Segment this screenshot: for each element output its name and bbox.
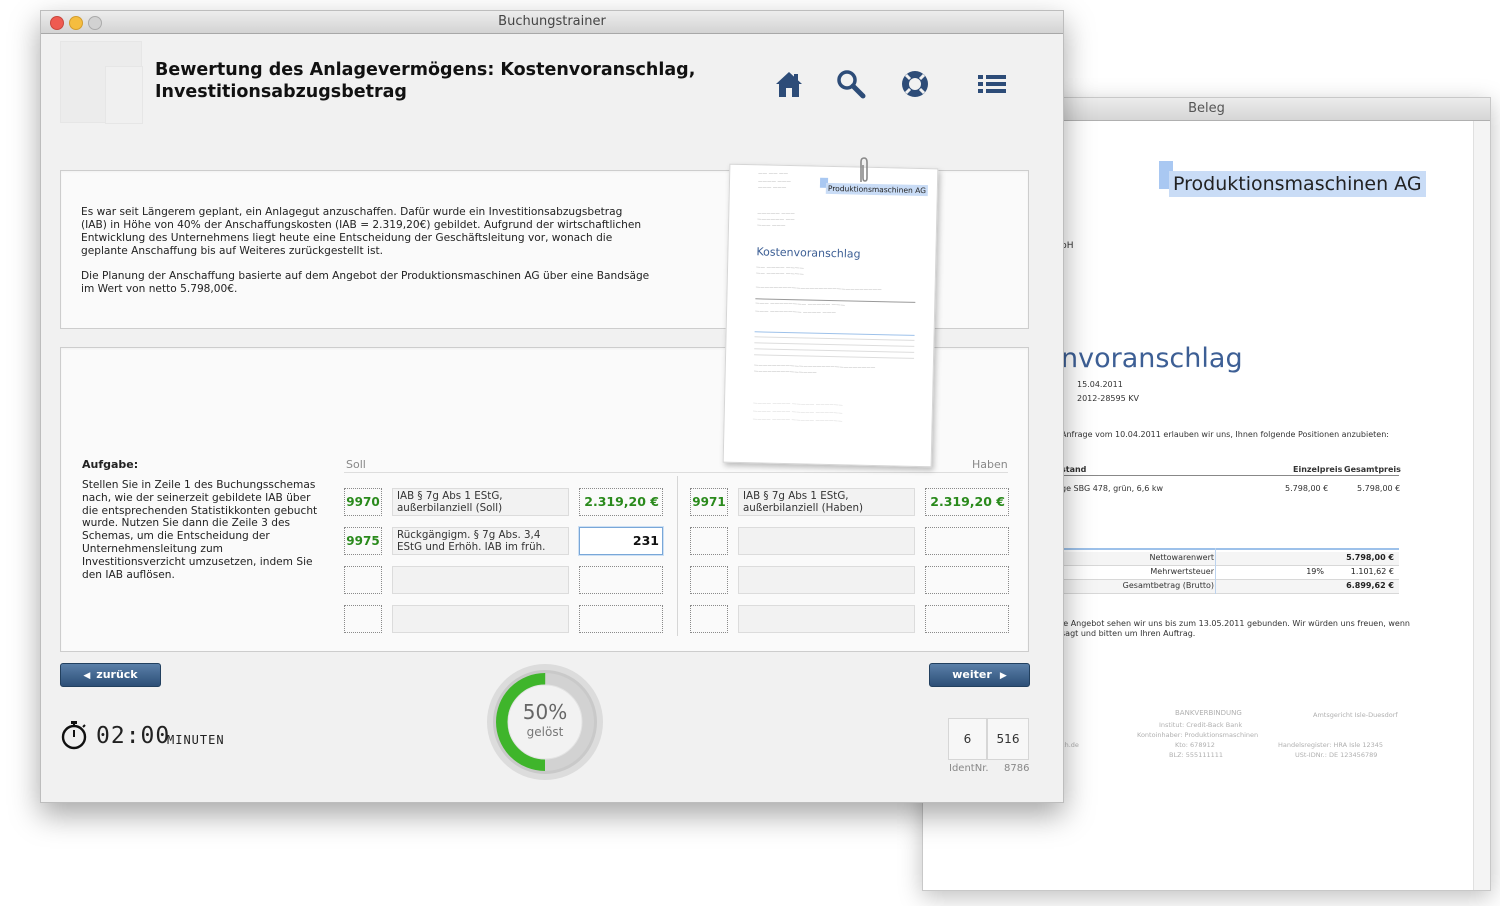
haben-amount-field[interactable] xyxy=(925,527,1009,555)
beleg-footer-bank-holder: Kontoinhaber: Produktionsmaschinen xyxy=(1137,731,1259,739)
beleg-col-unit-price: Einzelpreis xyxy=(1293,465,1343,474)
haben-amount-field[interactable] xyxy=(925,605,1009,633)
beleg-footer-bank-heading: BANKVERBINDUNG xyxy=(1175,709,1242,717)
task-description: Es war seit Längerem geplant, ein Anlage… xyxy=(81,206,651,308)
soll-account-field[interactable]: 9970 xyxy=(344,488,382,516)
haben-account-text: IAB § 7g Abs 1 EStG, außerbilanziell (Ha… xyxy=(738,488,915,516)
thumbnail-company: Produktionsmaschinen AG xyxy=(825,182,929,197)
zoom-window-button[interactable] xyxy=(88,16,102,30)
haben-amount-field[interactable] xyxy=(925,566,1009,594)
ident-label: IdentNr. xyxy=(949,763,989,774)
beleg-item-unit-price: 5.798,00 € xyxy=(1285,484,1329,493)
back-button[interactable]: ◀ zurück xyxy=(60,663,161,687)
beleg-intro-text: Anfrage vom 10.04.2011 erlauben wir uns,… xyxy=(1061,430,1389,439)
beleg-col-item: stand xyxy=(1061,465,1087,474)
beleg-company-name: Produktionsmaschinen AG xyxy=(1169,171,1426,197)
page-title-line2: Investitionsabzugsbetrag xyxy=(155,82,407,102)
task-heading: Aufgabe: xyxy=(82,458,139,471)
beleg-reference: 2012-28595 KV xyxy=(1077,394,1139,403)
soll-account-text: Rückgängigm. § 7g Abs. 3,4 EStG und Erhö… xyxy=(392,527,569,555)
stopwatch-icon xyxy=(61,721,87,750)
thumbnail-doc-title: Kostenvoranschlag xyxy=(756,245,861,261)
main-titlebar: Buchungstrainer xyxy=(41,11,1063,34)
beleg-date: 15.04.2011 xyxy=(1077,380,1123,389)
beleg-closing-line2: sagt und bitten um Ihren Auftrag. xyxy=(1061,629,1196,638)
soll-amount-field-active[interactable]: 231 xyxy=(579,527,663,555)
haben-account-text xyxy=(738,527,915,555)
progress-indicator: 50% gelöst xyxy=(485,662,605,782)
main-window: Buchungstrainer Bewertung des Anlageverm… xyxy=(40,10,1064,803)
progress-percent: 50% xyxy=(522,700,568,724)
soll-haben-divider xyxy=(677,476,678,636)
beleg-gross-value: 6.899,62 € xyxy=(1346,581,1394,590)
beleg-footer-bank-blz: BLZ: 555111111 xyxy=(1169,751,1224,759)
soll-account-field[interactable]: 9975 xyxy=(344,527,382,555)
soll-column-label: Soll xyxy=(346,458,366,471)
progress-label: gelöst xyxy=(526,725,564,739)
list-icon[interactable] xyxy=(975,67,1009,101)
haben-account-text xyxy=(738,605,915,633)
soll-amount-field[interactable] xyxy=(579,566,663,594)
beleg-footer-court: Amtsgericht Isle-Duesdorf xyxy=(1313,711,1398,719)
haben-amount-field[interactable]: 2.319,20 € xyxy=(925,488,1009,516)
soll-account-text xyxy=(392,566,569,594)
beleg-gross-label: Gesamtbetrag (Brutto) xyxy=(1122,581,1214,590)
close-window-button[interactable] xyxy=(50,16,64,30)
beleg-closing-line1: le Angebot sehen wir uns bis zum 13.05.2… xyxy=(1061,619,1410,628)
description-paragraph-2: Die Planung der Anschaffung basierte auf… xyxy=(81,270,650,295)
beleg-item-name: ge SBG 478, grün, 6,6 kw xyxy=(1061,484,1164,493)
beleg-vat-label: Mehrwertsteuer xyxy=(1150,567,1214,576)
haben-account-field[interactable] xyxy=(690,566,728,594)
chevron-right-icon: ▶ xyxy=(999,671,1007,681)
beleg-net-value: 5.798,00 € xyxy=(1346,553,1394,562)
beleg-net-label: Nettowarenwert xyxy=(1149,553,1214,562)
timer-value: 02:00 xyxy=(96,723,171,749)
timer-unit: MINUTEN xyxy=(167,733,225,747)
haben-account-field[interactable] xyxy=(690,605,728,633)
beleg-scrollbar[interactable] xyxy=(1473,121,1490,890)
beleg-net-row: Nettowarenwert 5.798,00 € xyxy=(1061,552,1399,565)
beleg-footer-register: Handelsregister: HRA Isle 12345 xyxy=(1278,741,1384,749)
beleg-vat-row: Mehrwertsteuer 19% 1.101,62 € xyxy=(1061,566,1399,579)
next-button[interactable]: weiter ▶ xyxy=(929,663,1030,687)
soll-account-text: IAB § 7g Abs 1 EStG, außerbilanziell (So… xyxy=(392,488,569,516)
ident-value: 8786 xyxy=(1004,763,1030,774)
document-thumbnail[interactable]: Produktionsmaschinen AG —— —— —— ———— ——… xyxy=(722,163,939,468)
minimize-window-button[interactable] xyxy=(69,16,83,30)
paperclip-icon xyxy=(860,157,868,182)
soll-account-field[interactable] xyxy=(344,566,382,594)
task-counter-total: 516 xyxy=(987,718,1029,760)
help-lifebuoy-icon[interactable] xyxy=(898,67,932,101)
chevron-left-icon: ◀ xyxy=(83,671,91,681)
beleg-col-total-price: Gesamtpreis xyxy=(1344,465,1401,474)
beleg-company-logo: Produktionsmaschinen AG xyxy=(1159,161,1426,197)
beleg-vat-rate: 19% xyxy=(1306,567,1324,576)
beleg-footer-bank-account: Kto: 678912 xyxy=(1175,741,1215,749)
description-paragraph-1: Es war seit Längerem geplant, ein Anlage… xyxy=(81,206,642,257)
beleg-footer-bank-institute: Institut: Credit-Back Bank xyxy=(1159,721,1243,729)
task-counter-current: 6 xyxy=(948,718,987,760)
beleg-footer-vat-id: USt-IDNr.: DE 123456789 xyxy=(1295,751,1378,759)
haben-account-field[interactable] xyxy=(690,527,728,555)
search-icon[interactable] xyxy=(834,67,868,101)
page-title-line1: Bewertung des Anlagevermögens: Kostenvor… xyxy=(155,60,696,80)
page-title: Bewertung des Anlagevermögens: Kostenvor… xyxy=(155,59,695,103)
haben-column-label: Haben xyxy=(972,458,1008,471)
back-button-label: zurück xyxy=(96,668,138,681)
soll-account-field[interactable] xyxy=(344,605,382,633)
beleg-gross-row: Gesamtbetrag (Brutto) 6.899,62 € xyxy=(1061,580,1399,593)
haben-account-field[interactable]: 9971 xyxy=(690,488,728,516)
beleg-document-title: nvoranschlag xyxy=(1061,343,1243,374)
soll-amount-field[interactable]: 2.319,20 € xyxy=(579,488,663,516)
window-title: Buchungstrainer xyxy=(498,14,606,29)
beleg-item-total-price: 5.798,00 € xyxy=(1357,484,1401,493)
soll-account-text xyxy=(392,605,569,633)
next-button-label: weiter xyxy=(952,668,992,681)
task-text: Stellen Sie in Zeile 1 des Buchungsschem… xyxy=(82,479,318,581)
soll-amount-field[interactable] xyxy=(579,605,663,633)
haben-account-text xyxy=(738,566,915,594)
app-logo-shape xyxy=(105,66,143,124)
home-icon[interactable] xyxy=(772,67,806,101)
beleg-vat-value: 1.101,62 € xyxy=(1350,567,1394,576)
